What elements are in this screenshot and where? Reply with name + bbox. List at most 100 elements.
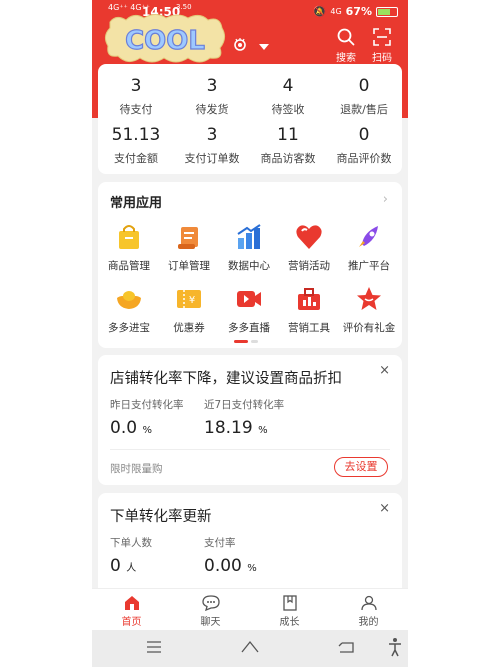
video-icon xyxy=(237,291,261,307)
accessibility-icon[interactable] xyxy=(388,637,402,657)
book-icon xyxy=(282,595,297,611)
stat-value: 0 xyxy=(358,125,370,145)
go-setup-button[interactable]: 去设置 xyxy=(334,457,388,477)
stat-payment-amount[interactable]: 51.13 支付金额 xyxy=(98,125,174,166)
metric-unit: % xyxy=(142,425,152,436)
stat-value: 4 xyxy=(282,76,294,96)
metric-label: 支付率 xyxy=(204,537,236,549)
search-label: 搜索 xyxy=(336,53,356,64)
app-product-management[interactable]: 商品管理 xyxy=(98,222,160,273)
network-type: 4G xyxy=(330,7,342,16)
stat-value: 11 xyxy=(277,125,299,145)
user-icon xyxy=(360,595,377,611)
common-apps-card: 常用应用 › 商品管理 订单管理 数据中心 营销活动 推广平台 多多进宝 ¥ 优… xyxy=(98,182,402,348)
stat-value: 51.13 xyxy=(111,125,161,145)
scan-button[interactable]: 扫码 xyxy=(372,28,392,64)
cool-sticker: COOL xyxy=(104,14,226,63)
stats-card: 3 待支付 3 待发货 4 待签收 0 退款/售后 51.13 支付金额 3 支付订单数 1… xyxy=(98,64,402,174)
app-label: 推广平台 xyxy=(348,260,390,272)
metric-7day-conversion: 近7日支付转化率 18.19 % xyxy=(204,397,284,438)
stat-label: 待签收 xyxy=(271,103,305,116)
stat-value: 3 xyxy=(206,125,218,145)
stat-label: 支付金额 xyxy=(114,152,158,165)
nav-mine[interactable]: 我的 xyxy=(329,589,408,630)
scan-icon xyxy=(373,28,391,46)
nav-home[interactable]: 首页 xyxy=(92,589,171,630)
metric-unit: % xyxy=(247,563,257,574)
close-icon[interactable]: × xyxy=(379,501,390,516)
order-conversion-card: 下单转化率更新 × 下单人数 0 人 支付率 0.00 % xyxy=(98,493,402,593)
scan-label: 扫码 xyxy=(372,53,392,64)
card-title: 店铺转化率下降，建议设置商品折扣 xyxy=(110,371,342,387)
header-actions: 搜索 扫码 xyxy=(336,28,392,64)
app-marketing-tools[interactable]: 营销工具 xyxy=(278,284,340,335)
app-duoduo-jinbao[interactable]: 多多进宝 xyxy=(98,284,160,335)
sticker-text: COOL xyxy=(125,26,205,56)
page-dot xyxy=(251,340,258,343)
app-label: 多多直播 xyxy=(228,322,270,334)
menu-icon[interactable] xyxy=(146,640,162,654)
page-dot-active xyxy=(234,340,248,343)
bar-chart-icon xyxy=(237,224,261,249)
mute-icon: 🔕 xyxy=(312,5,327,18)
stat-visitors[interactable]: 11 商品访客数 xyxy=(250,125,326,166)
stat-reviews[interactable]: 0 商品评价数 xyxy=(326,125,402,166)
toolbox-icon xyxy=(298,288,320,310)
metric-value: 0 xyxy=(110,556,121,576)
app-data-center[interactable]: 数据中心 xyxy=(218,222,280,273)
page-indicator xyxy=(234,340,258,343)
battery-percent: 67% xyxy=(345,5,372,18)
stat-pending-payment[interactable]: 3 待支付 xyxy=(98,76,174,117)
metric-value: 0.00 xyxy=(204,556,242,576)
shop-switcher[interactable] xyxy=(232,36,270,55)
svg-text:¥: ¥ xyxy=(189,295,195,306)
network-speed: 3.50 xyxy=(176,3,192,11)
ingot-icon xyxy=(117,291,141,309)
home-icon xyxy=(124,596,139,610)
stat-pending-receipt[interactable]: 4 待签收 xyxy=(250,76,326,117)
coupon-icon: ¥ xyxy=(177,290,201,308)
stat-label: 待支付 xyxy=(119,103,153,116)
phone-screen: 4G⁺⁺ 4G⁺⁺ 14:50 3.50 🔕 4G 67% COOL 搜索 扫码… xyxy=(92,0,408,667)
shop-eye-icon xyxy=(232,36,248,55)
app-label: 多多进宝 xyxy=(108,322,150,334)
nav-growth[interactable]: 成长 xyxy=(250,589,329,630)
stat-pending-shipment[interactable]: 3 待发货 xyxy=(174,76,250,117)
app-label: 优惠券 xyxy=(173,322,205,334)
chevron-right-icon[interactable]: › xyxy=(383,192,388,207)
home-button-icon[interactable] xyxy=(240,640,260,654)
app-promotion-platform[interactable]: 推广平台 xyxy=(338,222,400,273)
app-review-rewards[interactable]: 评价有礼金 xyxy=(338,284,400,335)
stat-value: 0 xyxy=(358,76,370,96)
status-right: 🔕 4G 67% xyxy=(313,5,398,18)
nav-label: 聊天 xyxy=(200,617,221,628)
metric-order-users: 下单人数 0 人 xyxy=(110,535,152,576)
bottom-nav: 首页 聊天 成长 我的 xyxy=(92,588,408,630)
nav-chat[interactable]: 聊天 xyxy=(171,589,250,630)
bag-icon xyxy=(119,225,139,249)
stat-label: 商品评价数 xyxy=(336,152,392,165)
stat-label: 支付订单数 xyxy=(184,152,240,165)
caret-down-icon[interactable] xyxy=(258,36,270,55)
app-label: 评价有礼金 xyxy=(342,322,396,334)
stat-paid-orders[interactable]: 3 支付订单数 xyxy=(174,125,250,166)
back-icon[interactable] xyxy=(338,640,354,654)
app-label: 营销工具 xyxy=(288,322,330,334)
metric-value: 18.19 xyxy=(204,418,253,438)
chat-icon xyxy=(201,595,220,611)
app-marketing-activity[interactable]: 营销活动 xyxy=(278,222,340,273)
metric-label: 昨日支付转化率 xyxy=(110,399,184,411)
app-label: 数据中心 xyxy=(228,260,270,272)
divider xyxy=(110,449,390,450)
close-icon[interactable]: × xyxy=(379,363,390,378)
app-label: 营销活动 xyxy=(288,260,330,272)
app-live-stream[interactable]: 多多直播 xyxy=(218,284,280,335)
app-coupons[interactable]: ¥ 优惠券 xyxy=(158,284,220,335)
app-order-management[interactable]: 订单管理 xyxy=(158,222,220,273)
nav-label: 我的 xyxy=(358,617,379,628)
metric-label: 下单人数 xyxy=(110,537,152,549)
battery-icon xyxy=(376,6,398,17)
metric-value: 0.0 xyxy=(110,418,138,438)
search-button[interactable]: 搜索 xyxy=(336,28,356,64)
stat-refunds[interactable]: 0 退款/售后 xyxy=(326,76,402,117)
